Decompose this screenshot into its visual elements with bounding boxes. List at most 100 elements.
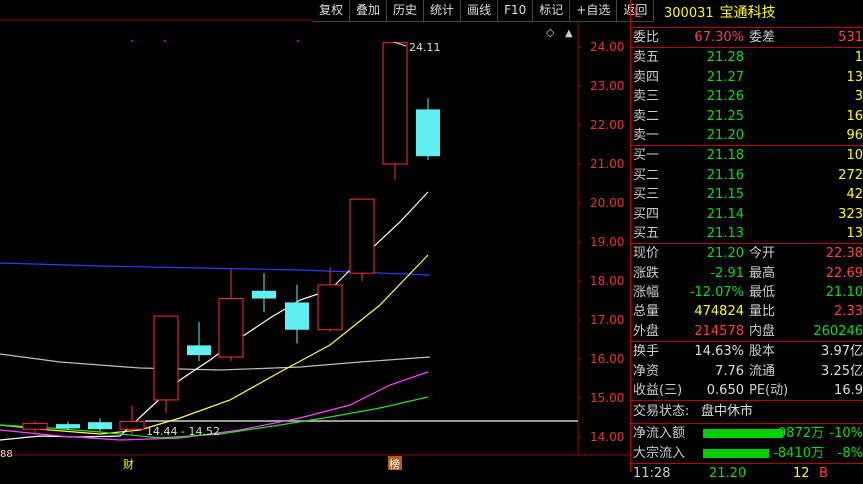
tick-vol: 12 — [793, 466, 810, 482]
y-tick-label: 22.00 — [590, 118, 624, 132]
candle[interactable] — [252, 273, 276, 313]
history-button[interactable]: 历史 — [387, 0, 425, 22]
order-ratio-row: 委比 67.30% 委差 531 — [631, 28, 863, 49]
candle[interactable] — [317, 267, 343, 332]
wb-value: 67.30% — [694, 30, 744, 45]
y-tick-label: 20.00 — [590, 196, 624, 210]
flow-row: 净流入额 -9872万 -10% — [633, 426, 863, 442]
flow-bar — [703, 429, 783, 439]
candle[interactable] — [349, 198, 375, 281]
quote-panel: L 300031 宝通科技 委比 67.30% 委差 531 卖五 21.28 1 卖四… — [630, 0, 863, 481]
fund-row: 收益(三) 0.650 PE(动) 16.9 — [633, 383, 863, 399]
trade-status-label: 交易状态: — [633, 404, 690, 420]
bid-row[interactable]: 买二 21.16 272 — [631, 166, 863, 185]
fundamental-block: 换手 14.63% 股本 3.97亿 净资 7.76 流通 3.25亿 收益(三) 0.650… — [631, 342, 863, 402]
tick-time: 11:28 — [633, 466, 671, 482]
y-tick-label: 15.00 — [590, 391, 624, 405]
bid-row[interactable]: 买三 21.15 42 — [631, 185, 863, 204]
top-dot-marker — [297, 40, 299, 42]
y-tick-label: 17.00 — [590, 313, 624, 327]
candle-body — [153, 315, 179, 401]
candle[interactable] — [88, 418, 112, 432]
ask-row[interactable]: 卖二 21.25 16 — [631, 107, 863, 126]
tick-row: 11:28 21.20 12 B — [631, 464, 863, 483]
quote-row: 现价 21.20 今开 22.38 — [633, 246, 863, 262]
stock-header: L 300031 宝通科技 — [631, 0, 863, 28]
y-tick-label: 14.00 — [590, 430, 624, 444]
candle[interactable] — [218, 269, 244, 361]
bid-row[interactable]: 买五 21.13 13 — [631, 224, 863, 243]
candle-body — [22, 422, 48, 430]
ask-row[interactable]: 卖四 21.27 13 — [631, 68, 863, 87]
bid-row[interactable]: 买四 21.14 323 — [631, 205, 863, 224]
y-tick-label: 24.00 — [590, 40, 624, 54]
range-label: 14.44 - 14.52 — [146, 425, 220, 438]
finance-marker[interactable]: 财 — [123, 457, 134, 471]
wb-label: 委比 — [633, 30, 660, 45]
rank-marker[interactable]: 榜 — [389, 457, 400, 471]
candle-body — [382, 42, 408, 165]
draw-line-button[interactable]: 画线 — [461, 0, 499, 22]
trade-status-row: 交易状态: 盘中休市 — [631, 401, 863, 425]
candle[interactable] — [153, 315, 179, 413]
diamond-icon[interactable]: ◇ — [546, 26, 555, 39]
f10-button[interactable]: F10 — [498, 0, 534, 22]
overlay-button[interactable]: 叠加 — [350, 0, 388, 22]
quote-block: 现价 21.20 今开 22.38 涨跌 -2.91 最高 22.69 涨幅 -12.07% 最… — [631, 244, 863, 343]
candle[interactable] — [119, 405, 145, 436]
up-arrow-icon[interactable]: ▲ — [565, 28, 573, 39]
stock-name[interactable]: 宝通科技 — [720, 5, 776, 21]
candle[interactable] — [416, 98, 440, 161]
quote-row: 涨幅 -12.07% 最低 21.10 — [633, 285, 863, 301]
flow-bar — [703, 448, 769, 458]
candle-body — [285, 302, 309, 330]
trade-status-value: 盘中休市 — [701, 404, 754, 420]
candle[interactable] — [382, 42, 408, 180]
left-tick-label: 88 — [0, 449, 13, 460]
fuquan-button[interactable]: 复权 — [313, 0, 351, 22]
wc-label: 委差 — [749, 30, 776, 45]
ask-row[interactable]: 卖一 21.20 96 — [631, 126, 863, 145]
tick-price: 21.20 — [709, 466, 747, 482]
capital-flow-block: 净流入额 -9872万 -10% 大宗流入 -8410万 -8% — [631, 424, 863, 465]
candle-body — [119, 420, 145, 430]
wc-value: 531 — [838, 30, 863, 45]
chart-toolbar: 复权 叠加 历史 统计 画线 F10 标记 +自选 返回 — [313, 0, 655, 22]
top-dot-marker — [131, 40, 133, 42]
price-axis: 24.00 23.00 22.00 21.00 20.00 19.00 18.00 17.00… — [578, 40, 624, 444]
flow-row: 大宗流入 -8410万 -8% — [633, 445, 863, 461]
market-flag: L — [634, 6, 642, 21]
bid-book: 买一 21.18 10 买二 21.16 272 买三 21.15 42 买四 21.14 32… — [631, 146, 863, 245]
statistics-button[interactable]: 统计 — [424, 0, 462, 22]
quote-row: 涨跌 -2.91 最高 22.69 — [633, 265, 863, 281]
y-tick-label: 21.00 — [590, 157, 624, 171]
top-dot-marker — [164, 40, 166, 42]
quote-row: 外盘 214578 内盘 260246 — [633, 323, 863, 339]
ask-row[interactable]: 卖五 21.28 1 — [631, 48, 863, 67]
fund-row: 换手 14.63% 股本 3.97亿 — [633, 344, 863, 360]
candle-body — [88, 422, 112, 430]
ask-row[interactable]: 卖三 21.26 3 — [631, 87, 863, 106]
y-tick-label: 23.00 — [590, 79, 624, 93]
stock-code[interactable]: 300031 — [664, 6, 714, 21]
candle-body — [317, 284, 343, 331]
y-tick-label: 16.00 — [590, 352, 624, 366]
candle-body — [416, 109, 440, 157]
y-tick-label: 19.00 — [590, 235, 624, 249]
quote-row: 总量 474824 量比 2.33 — [633, 304, 863, 320]
candlestick-chart[interactable]: 24.00 23.00 22.00 21.00 20.00 19.00 18.00 17.00… — [0, 0, 630, 472]
ask-book: 卖五 21.28 1 卖四 21.27 13 卖三 21.26 3 卖二 21.25 16 卖一… — [631, 48, 863, 147]
tick-side: B — [819, 466, 828, 482]
candle[interactable] — [187, 321, 211, 361]
candle-body — [252, 290, 276, 299]
candle-body — [187, 345, 211, 356]
add-watchlist-button[interactable]: +自选 — [570, 0, 618, 22]
candle[interactable] — [285, 284, 309, 344]
mark-button[interactable]: 标记 — [533, 0, 571, 22]
fund-row: 净资 7.76 流通 3.25亿 — [633, 363, 863, 379]
bid-row[interactable]: 买一 21.18 10 — [631, 146, 863, 165]
chart-grid — [0, 19, 630, 456]
ma-line-yellow — [0, 254, 429, 435]
high-price-label: 24.11 — [409, 41, 441, 54]
y-tick-label: 18.00 — [590, 274, 624, 288]
